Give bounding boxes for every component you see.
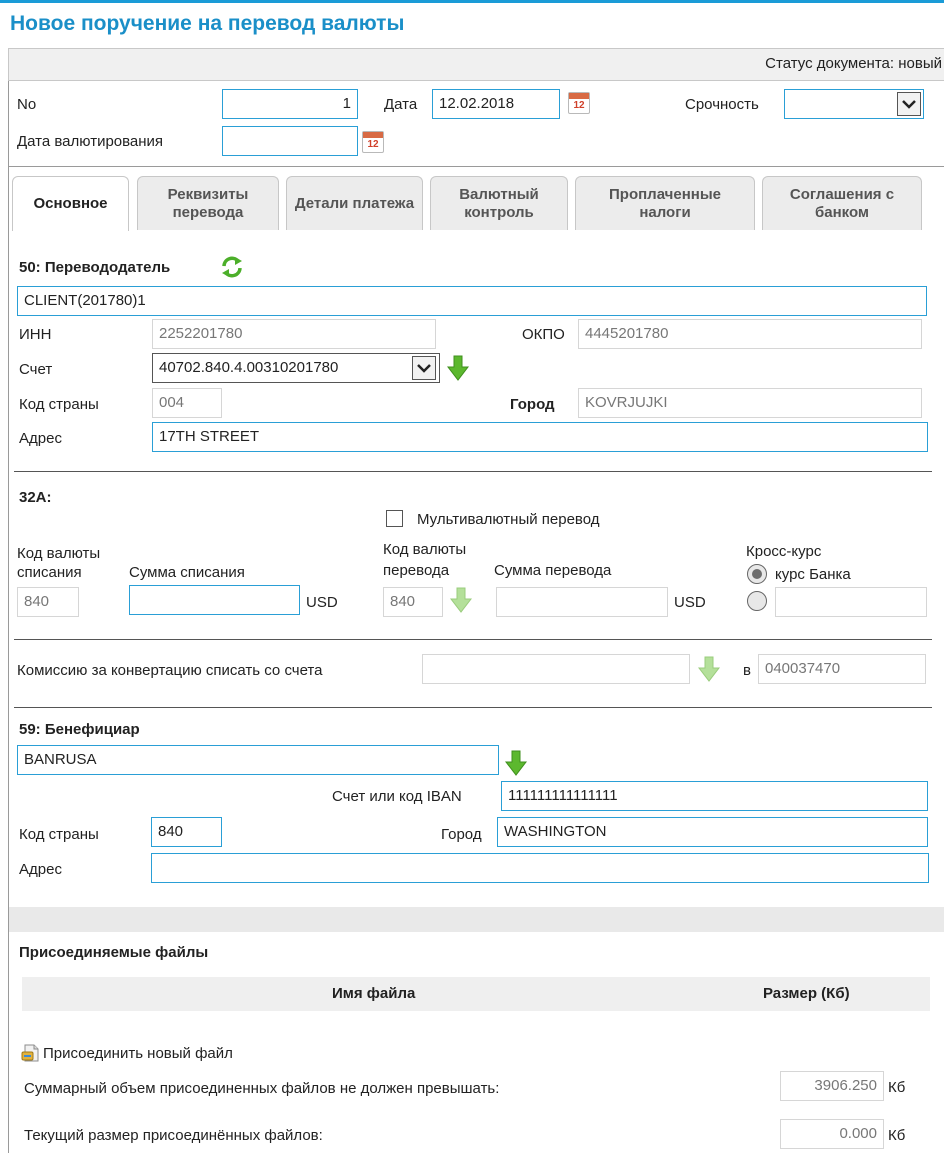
inn-label: ИНН [19, 326, 52, 343]
sender-heading: 50: Перевододатель [19, 259, 171, 276]
arrow-down-icon[interactable] [504, 750, 528, 776]
files-current-field: 0.000 [780, 1119, 884, 1149]
files-limit-field: 3906.250 [780, 1071, 884, 1101]
no-label: No [17, 96, 37, 113]
sender-address-label: Адрес [19, 430, 62, 447]
file-size-column-header: Размер (Кб) [763, 985, 850, 1002]
files-heading: Присоединяемые файлы [19, 944, 209, 961]
debit-currency-field: 840 [17, 587, 79, 617]
transfer-currency-label-1: Код валюты [383, 541, 467, 558]
value-date-input[interactable] [222, 126, 358, 156]
commission-label: Комиссию за конвертацию списать со счета [17, 662, 323, 679]
beneficiary-name-input[interactable]: BANRUSA [17, 745, 499, 775]
files-current-label: Текущий размер присоединённых файлов: [24, 1127, 323, 1144]
files-limit-unit: Кб [888, 1079, 906, 1096]
tab-payment-details[interactable]: Детали платежа [286, 176, 423, 230]
account-dropdown-button[interactable] [412, 356, 436, 380]
date-input[interactable]: 12.02.2018 [432, 89, 560, 119]
sender-name-input[interactable]: CLIENT(201780)1 [17, 286, 927, 316]
bank-rate-radio[interactable] [747, 564, 767, 584]
files-table-header: Имя файла Размер (Кб) [22, 977, 930, 1011]
form-frame-left-border [8, 81, 9, 1153]
attach-file-link[interactable]: Присоединить новый файл [43, 1045, 233, 1063]
tab-paid-taxes[interactable]: Проплаченные налоги [575, 176, 755, 230]
beneficiary-heading: 59: Бенефициар [19, 721, 140, 738]
transfer-amount-label: Сумма перевода [494, 562, 612, 579]
sender-country-code-field: 004 [152, 388, 222, 418]
beneficiary-country-code-label: Код страны [19, 826, 99, 843]
arrow-down-icon [449, 587, 473, 613]
tab-currency-control[interactable]: Валютный контроль [430, 176, 568, 230]
date-label: Дата [384, 96, 418, 113]
files-limit-label: Суммарный объем присоединенных файлов не… [24, 1080, 500, 1097]
debit-currency-code: USD [306, 594, 338, 611]
date-calendar-icon[interactable]: 12 [568, 92, 590, 114]
multicurrency-label: Мультивалютный перевод [417, 511, 600, 528]
tab-transfer-details[interactable]: Реквизиты перевода [137, 176, 279, 230]
document-status: Статус документа: новый [765, 55, 942, 72]
debit-currency-label-1: Код валюты [17, 545, 101, 562]
account-label: Счет [19, 361, 53, 378]
debit-amount-input[interactable] [129, 585, 300, 615]
divider [14, 639, 932, 640]
okpo-label: ОКПО [522, 326, 565, 343]
files-current-unit: Кб [888, 1127, 906, 1144]
beneficiary-country-code-input[interactable]: 840 [151, 817, 222, 847]
beneficiary-address-label: Адрес [19, 861, 62, 878]
cross-rate-label: Кросс-курс [746, 543, 822, 560]
refresh-icon[interactable] [220, 255, 244, 279]
page-title: Новое поручение на перевод валюты [10, 12, 405, 35]
no-input[interactable]: 1 [222, 89, 358, 119]
sender-city-field: KOVRJUJKI [578, 388, 922, 418]
commission-bik-field: 040037470 [758, 654, 926, 684]
urgency-label: Срочность [685, 96, 759, 113]
transfer-amount-field [496, 587, 668, 617]
sender-city-label: Город [510, 396, 555, 413]
arrow-down-icon [697, 656, 721, 682]
divider [14, 707, 932, 708]
transfer-currency-code: USD [674, 594, 706, 611]
custom-rate-radio[interactable] [747, 591, 767, 611]
tab-main[interactable]: Основное [12, 176, 129, 231]
sender-address-input[interactable]: 17TH STREET [152, 422, 928, 452]
value-date-calendar-icon[interactable]: 12 [362, 131, 384, 153]
chevron-down-icon [902, 100, 916, 109]
sender-country-code-label: Код страны [19, 396, 99, 413]
commission-account-field [422, 654, 690, 684]
beneficiary-city-label: Город [441, 826, 482, 843]
chevron-down-icon [417, 364, 431, 373]
tab-bank-agreements[interactable]: Соглашения с банком [762, 176, 922, 230]
divider [14, 471, 932, 472]
urgency-dropdown-button[interactable] [897, 92, 921, 116]
okpo-field: 4445201780 [578, 319, 922, 349]
bank-rate-label: курс Банка [775, 566, 851, 583]
iban-input[interactable]: 111111111111111 [501, 781, 928, 811]
custom-rate-field [775, 587, 927, 617]
beneficiary-address-input[interactable] [151, 853, 929, 883]
arrow-down-icon[interactable] [446, 355, 470, 381]
file-name-column-header: Имя файла [332, 985, 416, 1002]
transfer-currency-label-2: перевода [383, 562, 450, 579]
commission-in-label: в [743, 662, 751, 679]
section-separator-band [9, 907, 944, 932]
attach-file-icon[interactable] [21, 1043, 41, 1063]
value-date-label: Дата валютирования [17, 133, 164, 150]
multicurrency-checkbox[interactable] [386, 510, 403, 527]
divider [9, 166, 944, 167]
inn-field: 2252201780 [152, 319, 436, 349]
top-accent-line [0, 0, 944, 3]
amount-heading: 32A: [19, 489, 52, 506]
debit-amount-label: Сумма списания [129, 564, 245, 581]
debit-currency-label-2: списания [17, 564, 82, 581]
status-bar: Статус документа: новый [8, 48, 944, 81]
beneficiary-city-input[interactable]: WASHINGTON [497, 817, 928, 847]
iban-label: Счет или код IBAN [332, 788, 462, 805]
account-select[interactable]: 40702.840.4.00310201780 [152, 353, 440, 383]
transfer-currency-field: 840 [383, 587, 443, 617]
